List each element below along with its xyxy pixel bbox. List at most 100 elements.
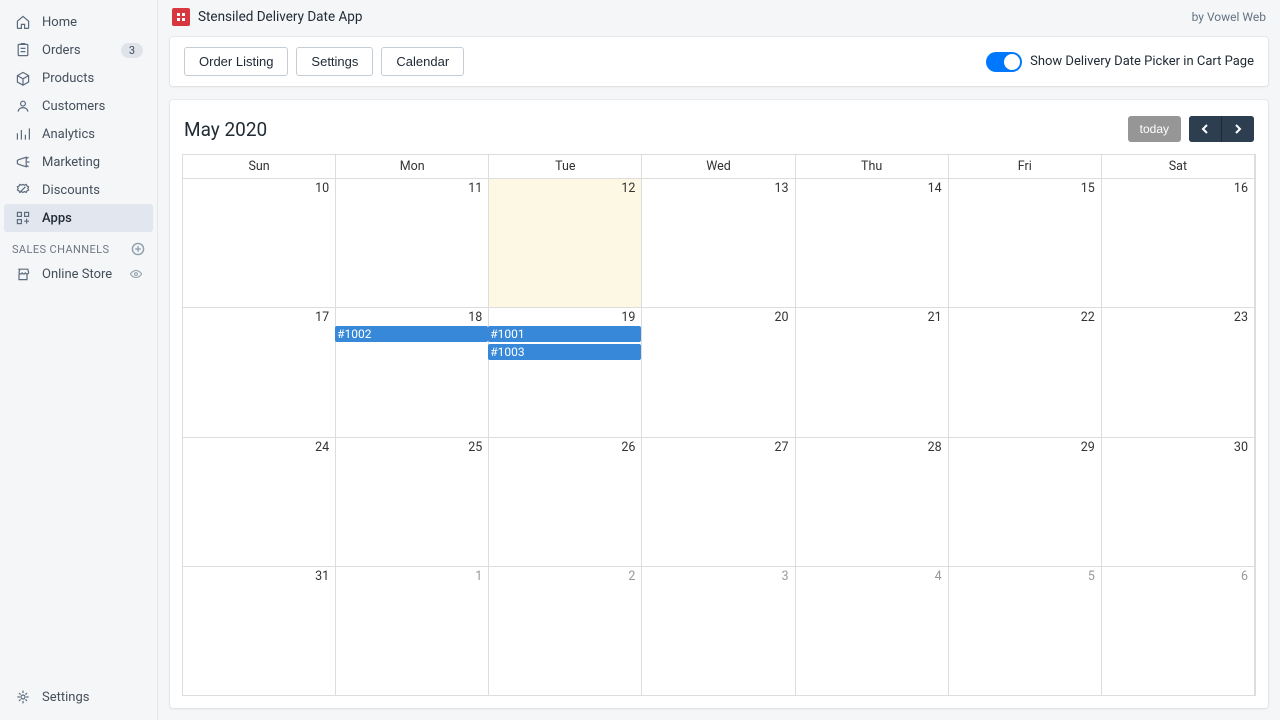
calendar-date: 24 bbox=[187, 440, 331, 455]
tabbar: Order Listing Settings Calendar Show Del… bbox=[170, 37, 1268, 86]
calendar-cell[interactable]: 14 bbox=[796, 179, 949, 308]
calendar-cell[interactable]: 23 bbox=[1102, 308, 1255, 437]
sidebar-item-orders[interactable]: Orders3 bbox=[4, 36, 153, 64]
calendar-cell[interactable]: 27 bbox=[642, 438, 795, 567]
order-listing-button[interactable]: Order Listing bbox=[184, 47, 288, 76]
apps-icon bbox=[14, 209, 32, 227]
calendar-cell[interactable]: 12 bbox=[489, 179, 642, 308]
calendar-cell[interactable]: 28 bbox=[796, 438, 949, 567]
calendar-cell[interactable]: 22 bbox=[949, 308, 1102, 437]
sidebar-item-label: Customers bbox=[42, 99, 143, 114]
next-month-button[interactable] bbox=[1222, 116, 1254, 142]
calendar-cell[interactable]: 1 bbox=[336, 567, 489, 696]
calendar-cell[interactable]: 20 bbox=[642, 308, 795, 437]
calendar-date: 2 bbox=[493, 569, 637, 584]
calendar-event[interactable]: #1003 bbox=[488, 344, 641, 360]
calendar-cell[interactable]: 30 bbox=[1102, 438, 1255, 567]
discounts-icon bbox=[14, 181, 32, 199]
calendar-date: 31 bbox=[187, 569, 331, 584]
calendar-date: 27 bbox=[646, 440, 790, 455]
day-header: Fri bbox=[949, 155, 1102, 179]
calendar-date: 6 bbox=[1106, 569, 1250, 584]
calendar-cell[interactable]: 5 bbox=[949, 567, 1102, 696]
sales-channels-header: SALES CHANNELS bbox=[0, 232, 157, 260]
badge: 3 bbox=[121, 43, 143, 58]
calendar-cell[interactable]: 13 bbox=[642, 179, 795, 308]
calendar-cell[interactable]: 17 bbox=[183, 308, 336, 437]
calendar-date: 30 bbox=[1106, 440, 1250, 455]
calendar-date: 3 bbox=[646, 569, 790, 584]
calendar-cell[interactable]: 15 bbox=[949, 179, 1102, 308]
calendar-date: 15 bbox=[953, 181, 1097, 196]
calendar-cell[interactable]: 25 bbox=[336, 438, 489, 567]
calendar-cell[interactable]: 16 bbox=[1102, 179, 1255, 308]
calendar-cell[interactable]: 26 bbox=[489, 438, 642, 567]
view-store-icon[interactable] bbox=[129, 267, 143, 281]
orders-icon bbox=[14, 41, 32, 59]
calendar-cell[interactable]: 10 bbox=[183, 179, 336, 308]
calendar-cell[interactable]: 3 bbox=[642, 567, 795, 696]
day-header: Thu bbox=[796, 155, 949, 179]
calendar-date: 25 bbox=[340, 440, 484, 455]
calendar-date: 21 bbox=[800, 310, 944, 325]
calendar-cell[interactable]: 18#1002 bbox=[336, 308, 489, 437]
today-button[interactable]: today bbox=[1128, 116, 1181, 142]
settings-button[interactable]: Settings bbox=[296, 47, 373, 76]
byline: by Vowel Web bbox=[1192, 10, 1266, 24]
calendar-date: 19 bbox=[493, 310, 637, 325]
app-title: Stensiled Delivery Date App bbox=[198, 9, 362, 25]
day-header: Sat bbox=[1102, 155, 1255, 179]
calendar-cell[interactable]: 19#1001 #1003 bbox=[489, 308, 642, 437]
calendar-event[interactable]: #1002 bbox=[335, 326, 488, 342]
delivery-picker-toggle[interactable] bbox=[986, 52, 1022, 72]
calendar-date: 14 bbox=[800, 181, 944, 196]
analytics-icon bbox=[14, 125, 32, 143]
calendar-date: 13 bbox=[646, 181, 790, 196]
day-header: Mon bbox=[336, 155, 489, 179]
calendar-cell[interactable]: 24 bbox=[183, 438, 336, 567]
sidebar-item-discounts[interactable]: Discounts bbox=[4, 176, 153, 204]
sidebar-item-label: Settings bbox=[42, 690, 143, 705]
calendar-cell[interactable]: 29 bbox=[949, 438, 1102, 567]
calendar-cell[interactable]: 11 bbox=[336, 179, 489, 308]
toggle-label: Show Delivery Date Picker in Cart Page bbox=[1030, 54, 1254, 69]
calendar-date: 1 bbox=[340, 569, 484, 584]
calendar-cell[interactable]: 31 bbox=[183, 567, 336, 696]
sidebar-item-apps[interactable]: Apps bbox=[4, 204, 153, 232]
store-icon bbox=[14, 265, 32, 283]
calendar-date: 17 bbox=[187, 310, 331, 325]
calendar-date: 28 bbox=[800, 440, 944, 455]
customers-icon bbox=[14, 97, 32, 115]
channel-online-store[interactable]: Online Store bbox=[4, 260, 153, 288]
sidebar-item-label: Analytics bbox=[42, 127, 143, 142]
day-header: Wed bbox=[642, 155, 795, 179]
home-icon bbox=[14, 13, 32, 31]
calendar-date: 4 bbox=[800, 569, 944, 584]
calendar-cell[interactable]: 2 bbox=[489, 567, 642, 696]
calendar-date: 11 bbox=[340, 181, 484, 196]
sidebar-item-customers[interactable]: Customers bbox=[4, 92, 153, 120]
sidebar-item-label: Discounts bbox=[42, 183, 143, 198]
sidebar-item-marketing[interactable]: Marketing bbox=[4, 148, 153, 176]
calendar-date: 22 bbox=[953, 310, 1097, 325]
channel-label: Online Store bbox=[42, 267, 129, 282]
add-channel-icon[interactable] bbox=[131, 242, 145, 256]
calendar-button[interactable]: Calendar bbox=[381, 47, 464, 76]
calendar-cell[interactable]: 4 bbox=[796, 567, 949, 696]
calendar-date: 23 bbox=[1106, 310, 1250, 325]
prev-month-button[interactable] bbox=[1189, 116, 1222, 142]
calendar-cell[interactable]: 21 bbox=[796, 308, 949, 437]
app-logo-icon bbox=[172, 8, 190, 26]
sidebar-item-label: Products bbox=[42, 71, 143, 86]
products-icon bbox=[14, 69, 32, 87]
calendar-date: 20 bbox=[646, 310, 790, 325]
calendar-date: 16 bbox=[1106, 181, 1250, 196]
sidebar-item-settings[interactable]: Settings bbox=[4, 683, 153, 720]
sidebar-item-home[interactable]: Home bbox=[4, 8, 153, 36]
calendar-cell[interactable]: 6 bbox=[1102, 567, 1255, 696]
sidebar-item-label: Home bbox=[42, 15, 143, 30]
sidebar-item-products[interactable]: Products bbox=[4, 64, 153, 92]
calendar-date: 29 bbox=[953, 440, 1097, 455]
sidebar-item-analytics[interactable]: Analytics bbox=[4, 120, 153, 148]
calendar-event[interactable]: #1001 bbox=[488, 326, 641, 342]
